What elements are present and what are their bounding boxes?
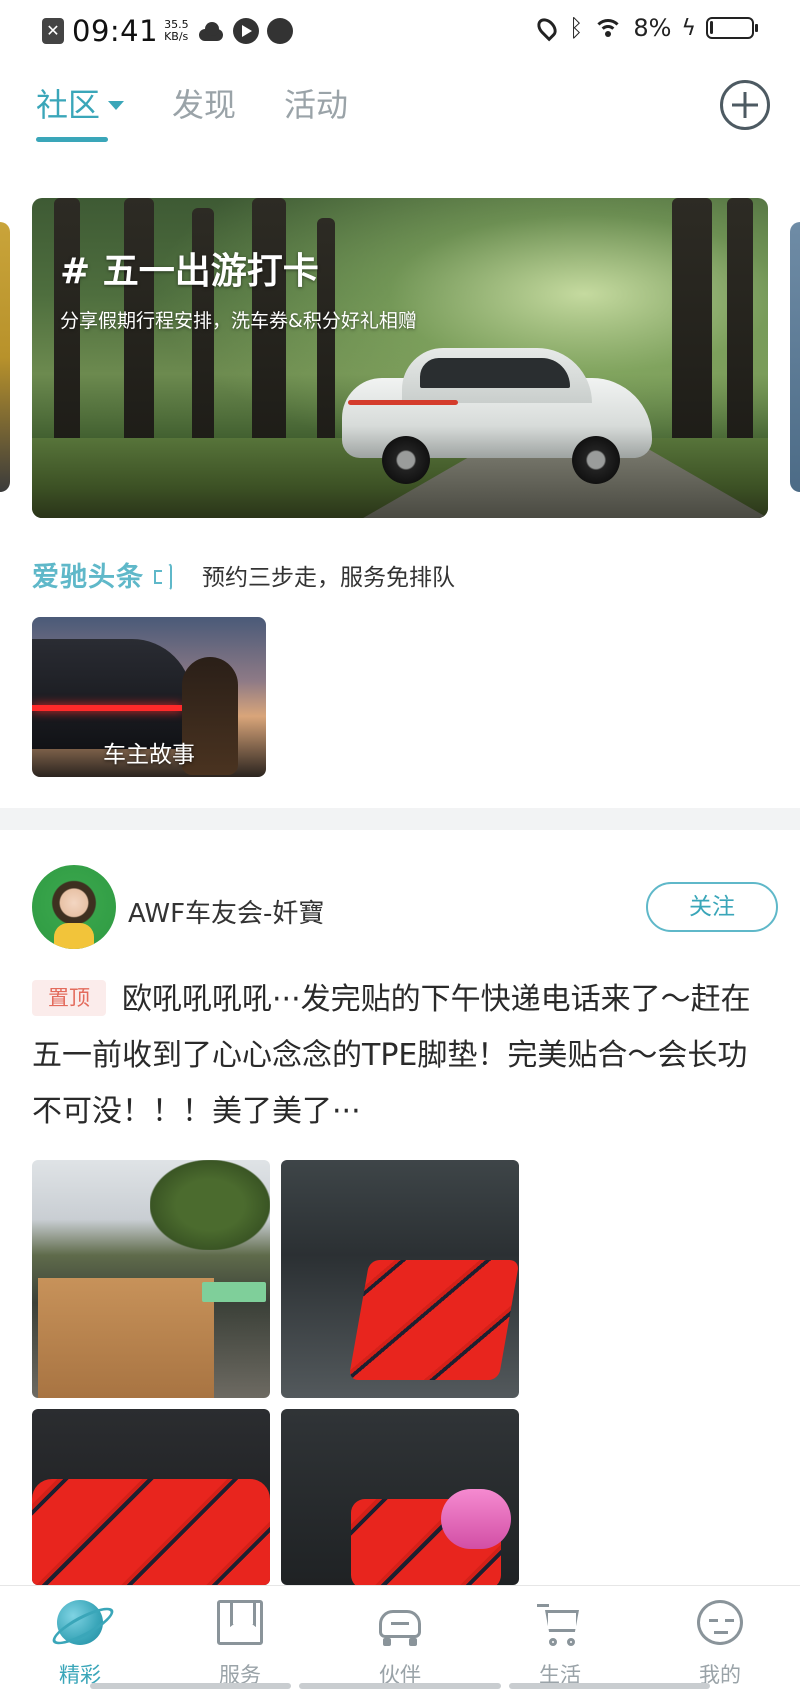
active-tab-indicator (36, 137, 108, 142)
cart-icon (537, 1600, 583, 1646)
top-tab-bar: 社区 发现 活动 (36, 80, 348, 142)
speaker-icon (152, 562, 176, 588)
location-icon (533, 14, 561, 42)
post-body: 欧吼吼吼吼···发完贴的下午快递电话来了～赶在五一前收到了心心念念的TPE脚垫！… (32, 982, 751, 1129)
nav-item-life[interactable]: 生活 (480, 1586, 640, 1689)
post-text[interactable]: 置顶 欧吼吼吼吼···发完贴的下午快递电话来了～赶在五一前收到了心心念念的TPE脚… (32, 972, 768, 1140)
battery-percent: 8% (633, 14, 672, 42)
media-play-icon (232, 18, 259, 44)
status-bar: ✕ 09:41 35.5 KB/s ᛒ 8% ϟ (0, 0, 800, 64)
notification-box-icon: ✕ (42, 18, 64, 44)
car-icon (377, 1600, 423, 1646)
follow-button[interactable]: 关注 (646, 882, 778, 932)
tab-activity[interactable]: 活动 (284, 80, 348, 126)
avatar[interactable] (32, 865, 116, 949)
planet-icon (57, 1600, 103, 1645)
post-photo-1[interactable] (32, 1160, 270, 1398)
wifi-icon (593, 17, 624, 39)
headline-ticker[interactable]: 爱驰头条 预约三步走，服务免排队 (32, 555, 455, 594)
banner-card[interactable]: # 五一出游打卡 分享假期行程安排，洗车券&积分好礼相赠 (32, 198, 768, 518)
home-indicator (90, 1683, 710, 1689)
owner-story-card[interactable]: 车主故事 (32, 617, 266, 777)
bottom-nav: 精彩 服务 伙伴 生活 我的 (0, 1585, 800, 1689)
pinned-badge: 置顶 (32, 980, 106, 1016)
post-photo-3[interactable] (32, 1409, 270, 1585)
ticker-brand: 爱驰头条 (32, 562, 144, 593)
banner-subtitle: 分享假期行程安排，洗车券&积分好礼相赠 (60, 310, 417, 332)
story-card-label: 车主故事 (103, 742, 195, 768)
add-post-button[interactable] (720, 80, 770, 130)
charging-icon: ϟ (681, 15, 696, 41)
me-icon (697, 1600, 743, 1645)
banner-prev-peek[interactable] (0, 222, 10, 492)
status-time: 09:41 (72, 14, 159, 48)
tab-discover[interactable]: 发现 (172, 80, 236, 126)
nav-item-featured[interactable]: 精彩 (0, 1586, 160, 1689)
book-icon (217, 1600, 263, 1645)
nav-item-me[interactable]: 我的 (640, 1586, 800, 1689)
banner-next-peek[interactable] (790, 222, 800, 492)
bluetooth-icon: ᛒ (569, 14, 584, 42)
ticker-text: 预约三步走，服务免排队 (202, 564, 455, 591)
network-speed: 35.5 KB/s (164, 18, 189, 43)
battery-icon (706, 17, 758, 39)
cloud-icon (197, 21, 225, 41)
tab-community[interactable]: 社区 (36, 80, 125, 142)
nav-item-service[interactable]: 服务 (160, 1586, 320, 1689)
banner-car-image (342, 348, 652, 484)
caret-down-icon (108, 100, 125, 110)
banner-title: # 五一出游打卡 (60, 251, 319, 292)
section-divider (0, 808, 800, 830)
nav-item-partner[interactable]: 伙伴 (320, 1586, 480, 1689)
compass-icon (266, 18, 293, 44)
post-photo-4[interactable] (281, 1409, 519, 1585)
author-name[interactable]: AWF车友会-奷寶 (128, 893, 324, 930)
post-photo-2[interactable] (281, 1160, 519, 1398)
